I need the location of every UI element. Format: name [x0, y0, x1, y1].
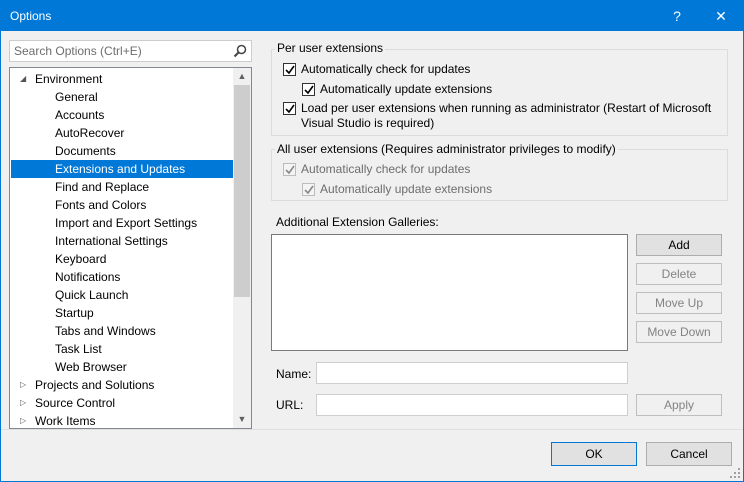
tree-item-startup[interactable]: Startup	[11, 304, 233, 322]
options-tree: ◢ Environment General Accounts AutoRecover Do…	[9, 67, 252, 429]
move-up-button[interactable]: Move Up	[636, 292, 722, 314]
tree-scrollbar[interactable]: ▲ ▼	[233, 68, 251, 428]
tree-item-extensions-and-updates[interactable]: Extensions and Updates	[11, 160, 233, 178]
name-label: Name:	[276, 367, 312, 381]
all-user-auto-update-checkbox	[302, 183, 315, 196]
load-admin-checkbox[interactable]	[283, 102, 296, 115]
tree-item-task-list[interactable]: Task List	[11, 340, 233, 358]
tree-item-environment[interactable]: ◢ Environment	[11, 70, 233, 88]
tree-item-find-and-replace[interactable]: Find and Replace	[11, 178, 233, 196]
tree-item-international-settings[interactable]: International Settings	[11, 232, 233, 250]
tree-item-label: Keyboard	[55, 252, 107, 266]
per-user-auto-check-label[interactable]: Automatically check for updates	[301, 62, 470, 77]
tree-item-documents[interactable]: Documents	[11, 142, 233, 160]
delete-button[interactable]: Delete	[636, 263, 722, 285]
close-button[interactable]: ✕	[699, 1, 743, 31]
tree-item-label: Projects and Solutions	[35, 378, 155, 392]
footer-divider	[1, 429, 743, 430]
add-button[interactable]: Add	[636, 234, 722, 256]
tree-item-label: Find and Replace	[55, 180, 150, 194]
url-field[interactable]	[316, 394, 628, 416]
checkmark-icon	[304, 185, 314, 195]
all-user-auto-check-label: Automatically check for updates	[301, 162, 471, 176]
search-icon[interactable]	[232, 43, 248, 59]
tree-item-label: Extensions and Updates	[55, 162, 186, 176]
collapsed-arrow-icon[interactable]: ▷	[20, 394, 26, 412]
tree-item-notifications[interactable]: Notifications	[11, 268, 233, 286]
name-field[interactable]	[316, 362, 628, 384]
scroll-thumb[interactable]	[234, 85, 250, 297]
tree-item-label: AutoRecover	[55, 126, 125, 140]
tree-item-projects-and-solutions[interactable]: ▷ Projects and Solutions	[11, 376, 233, 394]
tree-item-import-and-export-settings[interactable]: Import and Export Settings	[11, 214, 233, 232]
per-user-group-title: Per user extensions	[275, 41, 386, 55]
tree-item-accounts[interactable]: Accounts	[11, 106, 233, 124]
tree-item-label: Import and Export Settings	[55, 216, 198, 230]
apply-button[interactable]: Apply	[636, 394, 722, 416]
collapsed-arrow-icon[interactable]: ▷	[20, 412, 26, 428]
tree-item-general[interactable]: General	[11, 88, 233, 106]
galleries-listbox[interactable]	[271, 234, 628, 351]
tree-item-label: Startup	[55, 306, 94, 320]
tree-item-quick-launch[interactable]: Quick Launch	[11, 286, 233, 304]
search-placeholder: Search Options (Ctrl+E)	[14, 44, 142, 58]
tree-item-label: Source Control	[35, 396, 116, 410]
load-admin-label-line1[interactable]: Load per user extensions when running as…	[301, 101, 711, 116]
all-user-auto-check-checkbox	[283, 163, 296, 176]
search-options-input[interactable]: Search Options (Ctrl+E)	[9, 40, 252, 62]
url-label: URL:	[276, 398, 304, 412]
per-user-auto-update-label[interactable]: Automatically update extensions	[320, 82, 492, 97]
per-user-auto-update-checkbox[interactable]	[302, 83, 315, 96]
window-title: Options	[10, 9, 52, 23]
checkmark-icon	[304, 85, 314, 95]
tree-item-fonts-and-colors[interactable]: Fonts and Colors	[11, 196, 233, 214]
tree-item-label: Fonts and Colors	[55, 198, 147, 212]
tree-item-source-control[interactable]: ▷ Source Control	[11, 394, 233, 412]
load-admin-label-line2[interactable]: Visual Studio is required)	[301, 116, 434, 131]
checkmark-icon	[285, 165, 295, 175]
tree-item-label: Documents	[55, 144, 116, 158]
galleries-label: Additional Extension Galleries:	[276, 215, 439, 229]
scroll-down-arrow-icon[interactable]: ▼	[233, 411, 251, 428]
tree-item-label: General	[55, 90, 98, 104]
move-down-button[interactable]: Move Down	[636, 321, 722, 343]
help-button[interactable]: ?	[655, 1, 699, 31]
tree-item-work-items[interactable]: ▷ Work Items	[11, 412, 233, 428]
all-user-auto-update-label: Automatically update extensions	[320, 182, 493, 196]
all-user-group-title: All user extensions (Requires administra…	[275, 142, 618, 156]
tree-item-keyboard[interactable]: Keyboard	[11, 250, 233, 268]
title-bar[interactable]: Options ? ✕	[1, 1, 743, 31]
cancel-button[interactable]: Cancel	[646, 442, 732, 466]
scroll-up-arrow-icon[interactable]: ▲	[233, 68, 251, 85]
tree-item-tabs-and-windows[interactable]: Tabs and Windows	[11, 322, 233, 340]
ok-button[interactable]: OK	[551, 442, 637, 466]
options-dialog: Options ? ✕ Search Options (Ctrl+E) ◢ Env…	[0, 0, 744, 482]
tree-item-label: Work Items	[35, 414, 96, 428]
tree-item-label: International Settings	[55, 234, 168, 248]
expanded-arrow-icon[interactable]: ◢	[20, 70, 26, 88]
tree-item-label: Quick Launch	[55, 288, 129, 302]
per-user-auto-check-checkbox[interactable]	[283, 63, 296, 76]
resize-grip-icon[interactable]	[729, 467, 741, 479]
tree-item-label: Environment	[35, 72, 103, 86]
collapsed-arrow-icon[interactable]: ▷	[20, 376, 26, 394]
tree-item-label: Task List	[55, 342, 102, 356]
tree-item-autorecover[interactable]: AutoRecover	[11, 124, 233, 142]
tree-item-label: Notifications	[55, 270, 121, 284]
tree-item-label: Web Browser	[55, 360, 127, 374]
tree-item-label: Accounts	[55, 108, 105, 122]
tree-item-label: Tabs and Windows	[55, 324, 156, 338]
checkmark-icon	[285, 65, 295, 75]
checkmark-icon	[285, 104, 295, 114]
tree-item-web-browser[interactable]: Web Browser	[11, 358, 233, 376]
